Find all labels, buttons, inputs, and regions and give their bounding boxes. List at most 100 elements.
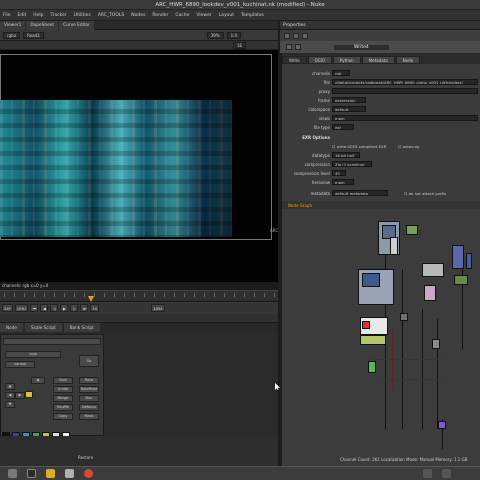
tool-button[interactable]: Shuffle xyxy=(53,404,73,411)
nuke-icon[interactable] xyxy=(46,469,55,478)
tab-node[interactable]: Node xyxy=(0,323,23,332)
field-value[interactable]: main xyxy=(332,179,354,185)
tool-button[interactable]: Merge xyxy=(53,395,73,402)
fps-field[interactable]: 24* xyxy=(2,304,13,312)
menu-layout[interactable]: Layout xyxy=(219,13,234,18)
field-value[interactable]: rgb xyxy=(332,70,350,76)
tool-button[interactable]: Blur xyxy=(79,395,99,402)
arrow-right-icon[interactable]: ▶ xyxy=(15,392,25,399)
channels-dropdown[interactable]: rgba xyxy=(3,31,21,39)
field-value[interactable]: main xyxy=(332,115,478,121)
tray-icon[interactable] xyxy=(442,469,451,478)
menu-templates[interactable]: Templates xyxy=(241,13,264,18)
toolset-eye-icon[interactable]: ◉ xyxy=(31,377,45,384)
node-graph-canvas[interactable] xyxy=(282,209,480,466)
skip-start-button[interactable]: ⏮ xyxy=(30,304,39,312)
chrome-icon[interactable] xyxy=(84,469,93,478)
menu-help[interactable]: Help xyxy=(33,13,43,18)
menu-edit[interactable]: Edit xyxy=(18,13,27,18)
field-value[interactable] xyxy=(332,88,478,94)
frame-range-label[interactable]: 1E xyxy=(233,41,247,49)
field-value[interactable]: exr xyxy=(332,124,354,130)
menu-cache[interactable]: Cache xyxy=(175,13,189,18)
tab-write[interactable]: Write xyxy=(282,56,307,64)
tab-python[interactable]: Python xyxy=(332,56,361,64)
tab-ocio[interactable]: OCIO xyxy=(307,56,332,64)
tab-node-props[interactable]: Node xyxy=(395,56,421,64)
node-graph-title[interactable]: Node Graph xyxy=(288,203,312,208)
zoom-dropdown[interactable]: 39% xyxy=(206,31,224,39)
arrow-up-icon[interactable]: ▲ xyxy=(5,383,15,390)
tab-viewer[interactable]: Viewer1 xyxy=(0,20,26,30)
write-node[interactable] xyxy=(438,421,446,429)
dot-node[interactable] xyxy=(400,313,408,321)
menu-utilities[interactable]: Utilities xyxy=(74,13,91,18)
tab-scale-script[interactable]: Scale Script xyxy=(24,323,62,332)
node-color-icon[interactable] xyxy=(295,44,301,50)
tool-button[interactable]: Gain xyxy=(53,377,73,384)
toolset-preset-dropdown[interactable]: vipo xyxy=(5,351,61,358)
read-node[interactable] xyxy=(466,253,472,269)
arrow-down-icon[interactable]: ▼ xyxy=(5,401,15,408)
float-icon[interactable] xyxy=(302,32,308,39)
files-icon[interactable] xyxy=(65,469,74,478)
merge-node[interactable] xyxy=(360,335,386,345)
play-button[interactable]: ▶ xyxy=(60,304,69,312)
roto-node[interactable] xyxy=(424,285,436,301)
menu-tracker[interactable]: Tracker xyxy=(51,13,67,18)
node-name-field[interactable]: Write4 xyxy=(334,44,389,50)
play-back-button[interactable]: ◁ xyxy=(50,304,59,312)
menu-arc-tools[interactable]: ARC_TOOLS xyxy=(98,13,125,18)
transform-node[interactable] xyxy=(422,263,444,277)
tool-button[interactable]: Roto xyxy=(79,377,99,384)
tab-dopesheet[interactable]: DopeSheet xyxy=(26,20,59,30)
tool-button[interactable]: RotoPaint xyxy=(79,386,99,393)
skip-end-button[interactable]: ⏭ xyxy=(80,304,89,312)
terminal-icon[interactable] xyxy=(27,469,36,478)
aces-checkbox[interactable]: ☐ write ACES compliant EXR xyxy=(332,143,386,150)
menu-nodes[interactable]: Nodes xyxy=(131,13,145,18)
tool-button[interactable]: Grade xyxy=(53,386,73,393)
menu-file[interactable]: File xyxy=(3,13,11,18)
shuffle-node[interactable] xyxy=(368,361,376,373)
timeline[interactable] xyxy=(0,290,280,302)
field-value[interactable]: 16 bit half xyxy=(332,152,360,158)
field-value[interactable]: 45 xyxy=(332,170,346,176)
menu-render[interactable]: Render xyxy=(152,13,168,18)
node-label[interactable] xyxy=(390,237,398,255)
merge-node[interactable] xyxy=(454,275,468,285)
tab-curve-editor[interactable]: Curve Editor xyxy=(59,20,94,30)
field-value[interactable]: Zip (1 scanline) xyxy=(332,161,372,167)
proxy-ratio-dropdown[interactable]: 1:4 xyxy=(226,31,242,39)
tray-icon[interactable] xyxy=(423,469,432,478)
tool-button[interactable]: Defocus xyxy=(79,404,99,411)
app-menu-icon[interactable] xyxy=(8,469,17,478)
toolset-go-button[interactable]: Go xyxy=(79,355,99,367)
prefix-checkbox[interactable]: ☐ do not attach prefix xyxy=(404,190,446,197)
node-collapse-icon[interactable] xyxy=(286,44,292,50)
dot-node[interactable] xyxy=(432,339,440,349)
arrow-left-icon[interactable]: ◀ xyxy=(5,392,15,399)
menu-viewer[interactable]: Viewer xyxy=(196,13,211,18)
smiley-icon[interactable]: ☺ xyxy=(25,391,33,398)
step-forward-button[interactable]: ▷ xyxy=(70,304,79,312)
field-value[interactable]: /digital/projects/radbreak/ARC_HWR_6890_… xyxy=(332,79,478,85)
clear-icon[interactable] xyxy=(293,32,299,39)
input-dropdown[interactable]: Read3 xyxy=(23,31,44,39)
step-back-button[interactable]: ◀ xyxy=(40,304,49,312)
tab-metadata[interactable]: Metadata xyxy=(361,56,395,64)
tool-button[interactable]: Copy xyxy=(53,413,73,420)
dot-node[interactable] xyxy=(406,225,418,235)
field-value[interactable]: default xyxy=(332,106,366,112)
read-node[interactable] xyxy=(452,245,464,269)
tab-bank-script[interactable]: Bank Script xyxy=(63,323,100,332)
field-value[interactable]: expression xyxy=(332,97,366,103)
restore-label[interactable]: Restore xyxy=(78,455,93,460)
tool-button[interactable]: Mask xyxy=(79,413,99,420)
lock-icon[interactable] xyxy=(284,32,290,39)
frame-field[interactable]: 1091 xyxy=(14,304,29,312)
autocrop-checkbox[interactable]: ☐ autocrop xyxy=(398,143,419,150)
field-value[interactable]: default metadata xyxy=(332,190,388,196)
toolset-mode-dropdown[interactable]: normal xyxy=(5,361,35,368)
increment-field[interactable]: 10 xyxy=(90,304,100,312)
